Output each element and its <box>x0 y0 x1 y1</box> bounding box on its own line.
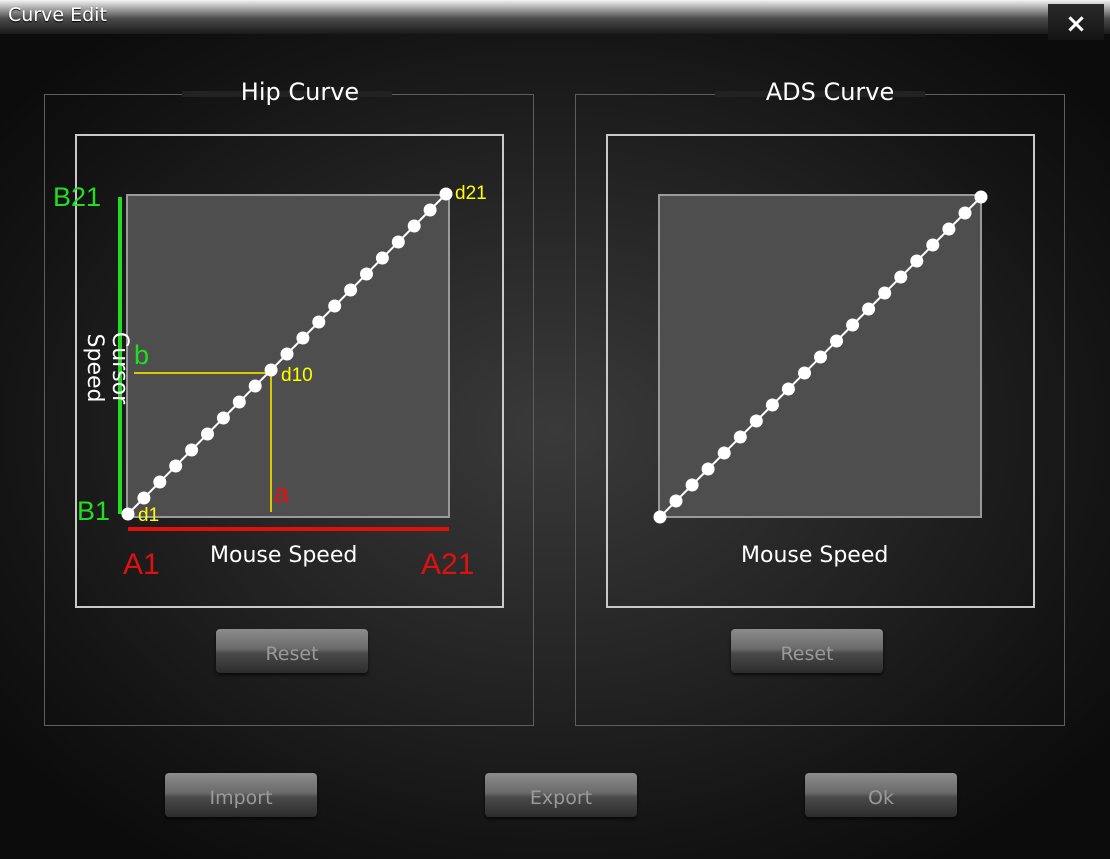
ads-control-point-1[interactable] <box>653 510 667 524</box>
ads-x-axis-title: Mouse Speed <box>741 543 889 568</box>
ads-curve-chart <box>653 190 988 524</box>
ads-control-point-20[interactable] <box>958 206 972 220</box>
ads-control-point-3[interactable] <box>685 478 699 492</box>
ads-control-point-9[interactable] <box>781 382 795 396</box>
ads-control-point-11[interactable] <box>814 350 827 364</box>
ads-control-point-6[interactable] <box>733 430 747 444</box>
ads-control-point-4[interactable] <box>701 462 715 476</box>
ads-control-point-16[interactable] <box>894 270 908 284</box>
ads-reset-button[interactable]: Reset <box>731 629 883 673</box>
ads-control-point-17[interactable] <box>910 254 924 268</box>
ads-control-point-21[interactable] <box>974 190 988 204</box>
ads-control-point-5[interactable] <box>717 446 731 460</box>
import-button[interactable]: Import <box>165 773 317 817</box>
ads-control-point-8[interactable] <box>765 398 779 412</box>
ads-control-point-12[interactable] <box>830 334 843 348</box>
ads-control-point-15[interactable] <box>878 286 892 300</box>
ads-control-point-10[interactable] <box>798 366 811 380</box>
curve-edit-window: Curve Edit × Hip Curve B21 B1 b a A1 A21… <box>0 0 1110 859</box>
ads-control-point-19[interactable] <box>942 222 956 236</box>
ads-control-point-14[interactable] <box>862 302 876 316</box>
ok-button[interactable]: Ok <box>805 773 957 817</box>
ads-control-point-13[interactable] <box>846 318 860 332</box>
ads-control-point-18[interactable] <box>926 238 940 252</box>
ads-control-point-7[interactable] <box>749 414 763 428</box>
export-button[interactable]: Export <box>485 773 637 817</box>
ads-control-point-2[interactable] <box>669 494 683 508</box>
